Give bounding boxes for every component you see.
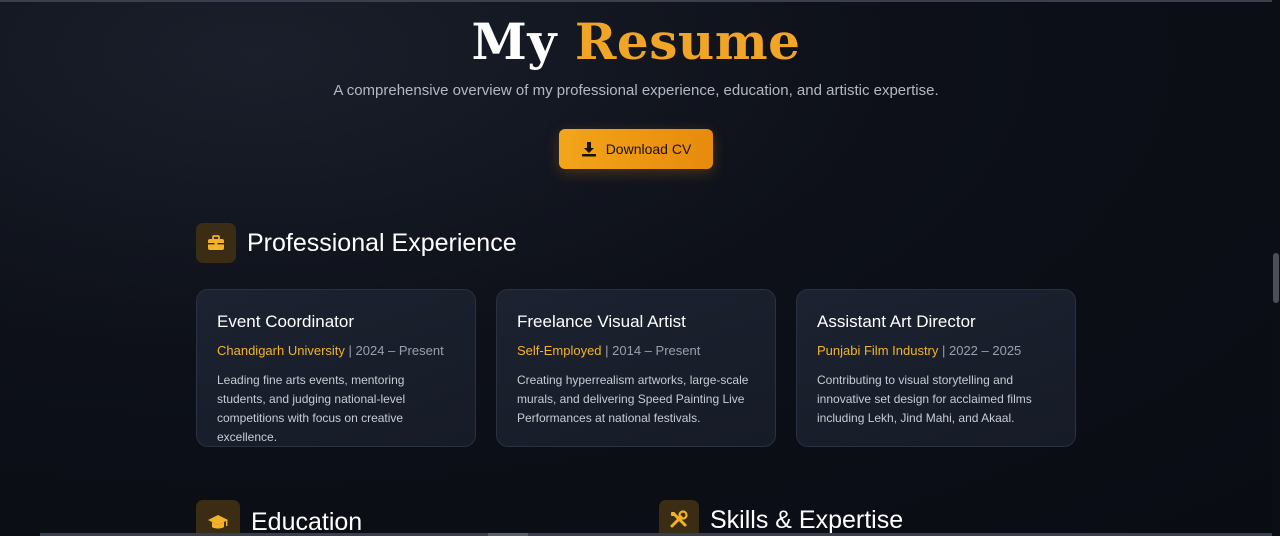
tools-icon bbox=[670, 510, 688, 528]
experience-period: | 2014 – Present bbox=[601, 343, 701, 358]
experience-role: Assistant Art Director bbox=[817, 312, 976, 331]
experience-meta: Self-Employed | 2014 – Present bbox=[517, 343, 755, 358]
experience-role: Event Coordinator bbox=[217, 312, 355, 331]
experience-card: Freelance Visual Artist Self-Employed | … bbox=[496, 289, 776, 447]
download-icon bbox=[581, 142, 596, 157]
experience-description: Contributing to visual storytelling and … bbox=[817, 373, 1032, 425]
tools-icon-box bbox=[659, 500, 699, 536]
experience-card: Event Coordinator Chandigarh University … bbox=[196, 289, 476, 447]
experience-description: Leading fine arts events, mentoring stud… bbox=[217, 373, 406, 444]
graduation-cap-icon-box bbox=[196, 500, 240, 536]
experience-section-title: Professional Experience bbox=[247, 228, 517, 257]
education-section-header: Education bbox=[196, 500, 362, 536]
experience-period: | 2024 – Present bbox=[344, 343, 444, 358]
page-title-word-2: Resume bbox=[574, 12, 801, 71]
experience-org: Punjabi Film Industry bbox=[817, 343, 939, 358]
download-cv-label: Download CV bbox=[605, 141, 692, 157]
page-title-word-1: My bbox=[471, 12, 557, 71]
top-border bbox=[0, 0, 1280, 2]
page-title: My Resume bbox=[0, 12, 1272, 71]
experience-org: Self-Employed bbox=[517, 343, 602, 358]
page-subtitle: A comprehensive overview of my professio… bbox=[333, 82, 939, 99]
experience-card: Assistant Art Director Punjabi Film Indu… bbox=[796, 289, 1076, 447]
experience-meta: Chandigarh University | 2024 – Present bbox=[217, 343, 455, 358]
skills-section-header: Skills & Expertise bbox=[659, 500, 903, 536]
vertical-scrollbar-thumb[interactable] bbox=[1273, 253, 1279, 303]
briefcase-icon-box bbox=[196, 223, 236, 263]
skills-section-title: Skills & Expertise bbox=[710, 505, 904, 534]
experience-meta: Punjabi Film Industry | 2022 – 2025 bbox=[817, 343, 1055, 358]
education-section-title: Education bbox=[251, 507, 363, 536]
briefcase-icon bbox=[208, 235, 224, 250]
experience-role: Freelance Visual Artist bbox=[517, 312, 686, 331]
experience-period: | 2022 – 2025 bbox=[938, 343, 1022, 358]
experience-description: Creating hyperrealism artworks, large-sc… bbox=[517, 373, 749, 425]
experience-org: Chandigarh University bbox=[217, 343, 345, 358]
graduation-cap-icon bbox=[208, 515, 228, 529]
download-cv-button[interactable]: Download CV bbox=[559, 129, 713, 169]
experience-section-header: Professional Experience bbox=[196, 223, 517, 263]
